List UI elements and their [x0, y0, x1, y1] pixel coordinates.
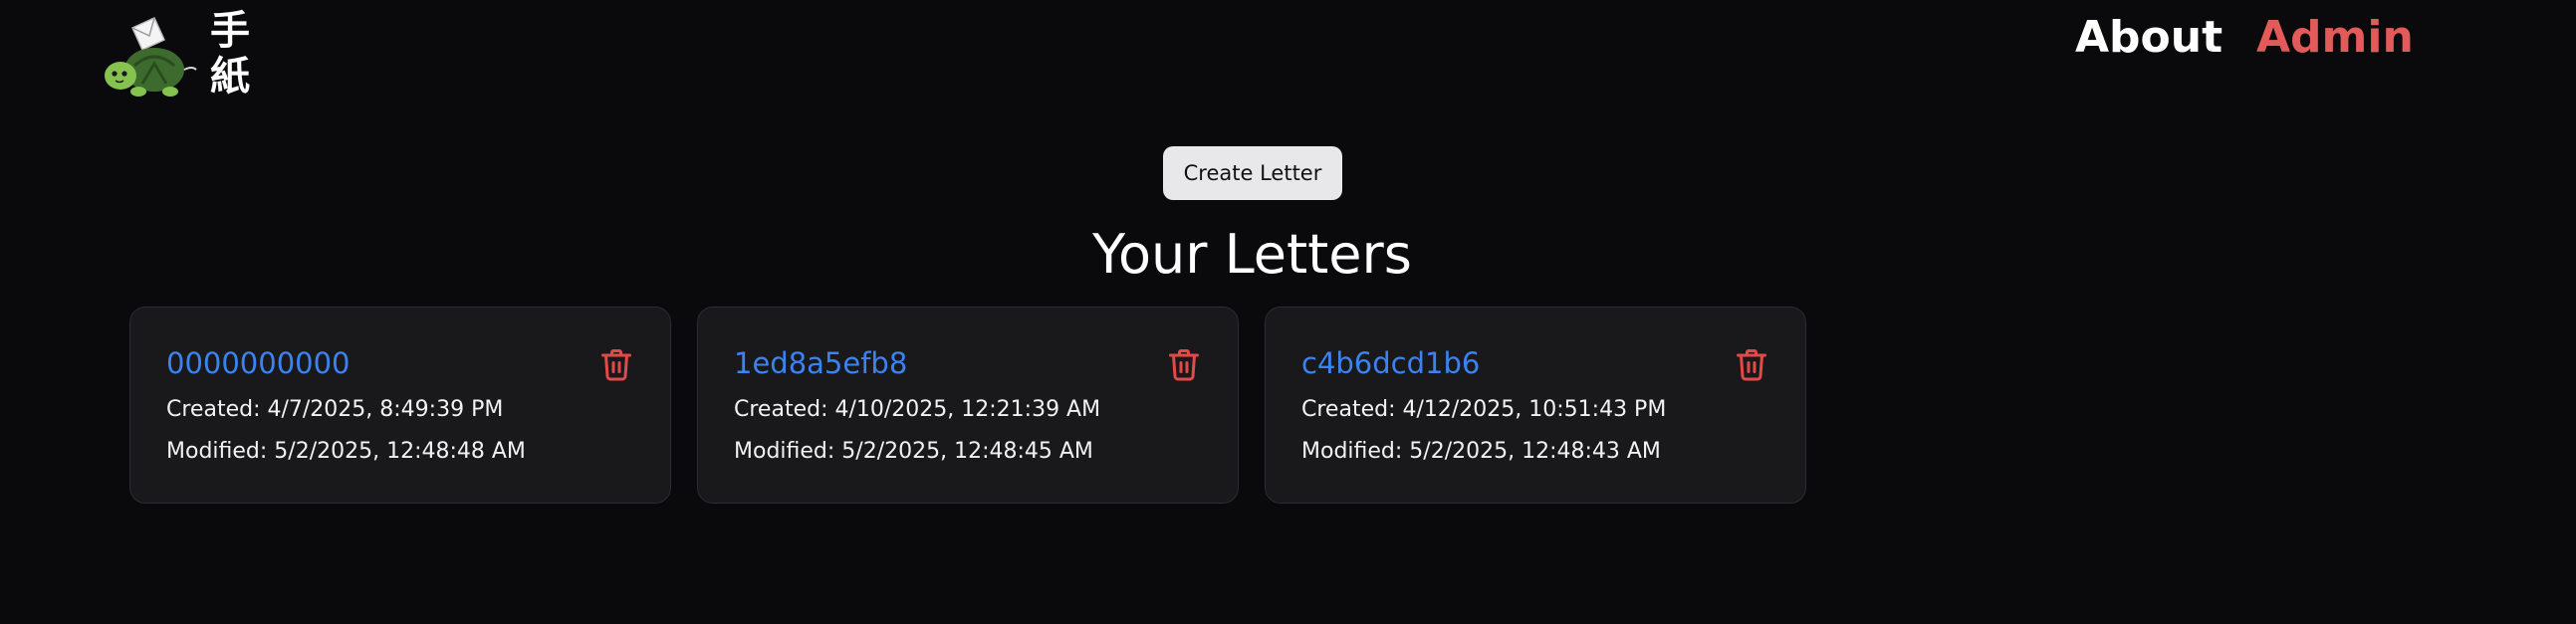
trash-icon [1169, 349, 1199, 381]
trash-icon [601, 349, 631, 381]
letter-created-date: Created: 4/10/2025, 12:21:39 AM [734, 397, 1101, 422]
letter-id-link[interactable]: 0000000000 [166, 343, 351, 383]
header: 手 紙 About Admin [0, 0, 2576, 109]
page-title: Your Letters [1092, 223, 1412, 286]
delete-letter-button[interactable] [1166, 345, 1202, 383]
letters-list: 0000000000 Created: 4/7/2025, 8:49:39 PM… [129, 307, 1812, 506]
letter-card: 1ed8a5efb8 Created: 4/10/2025, 12:21:39 … [697, 307, 1239, 504]
letter-id-link[interactable]: c4b6dcd1b6 [1301, 343, 1480, 383]
letter-created-date: Created: 4/7/2025, 8:49:39 PM [166, 397, 504, 422]
letter-modified-date: Modified: 5/2/2025, 12:48:48 AM [166, 439, 526, 464]
trash-icon [1737, 349, 1766, 381]
letter-modified-date: Modified: 5/2/2025, 12:48:45 AM [734, 439, 1093, 464]
letter-created-date: Created: 4/12/2025, 10:51:43 PM [1301, 397, 1667, 422]
nav-admin-link[interactable]: Admin [2256, 8, 2414, 68]
delete-letter-button[interactable] [598, 345, 634, 383]
delete-letter-button[interactable] [1734, 345, 1769, 383]
letter-id-link[interactable]: 1ed8a5efb8 [734, 343, 907, 383]
create-letter-button[interactable]: Create Letter [1163, 146, 1342, 200]
nav-about-link[interactable]: About [2075, 8, 2223, 68]
top-nav: About Admin [0, 8, 2576, 68]
letter-card: 0000000000 Created: 4/7/2025, 8:49:39 PM… [129, 307, 671, 504]
letter-card: c4b6dcd1b6 Created: 4/12/2025, 10:51:43 … [1265, 307, 1806, 504]
letter-modified-date: Modified: 5/2/2025, 12:48:43 AM [1301, 439, 1661, 464]
